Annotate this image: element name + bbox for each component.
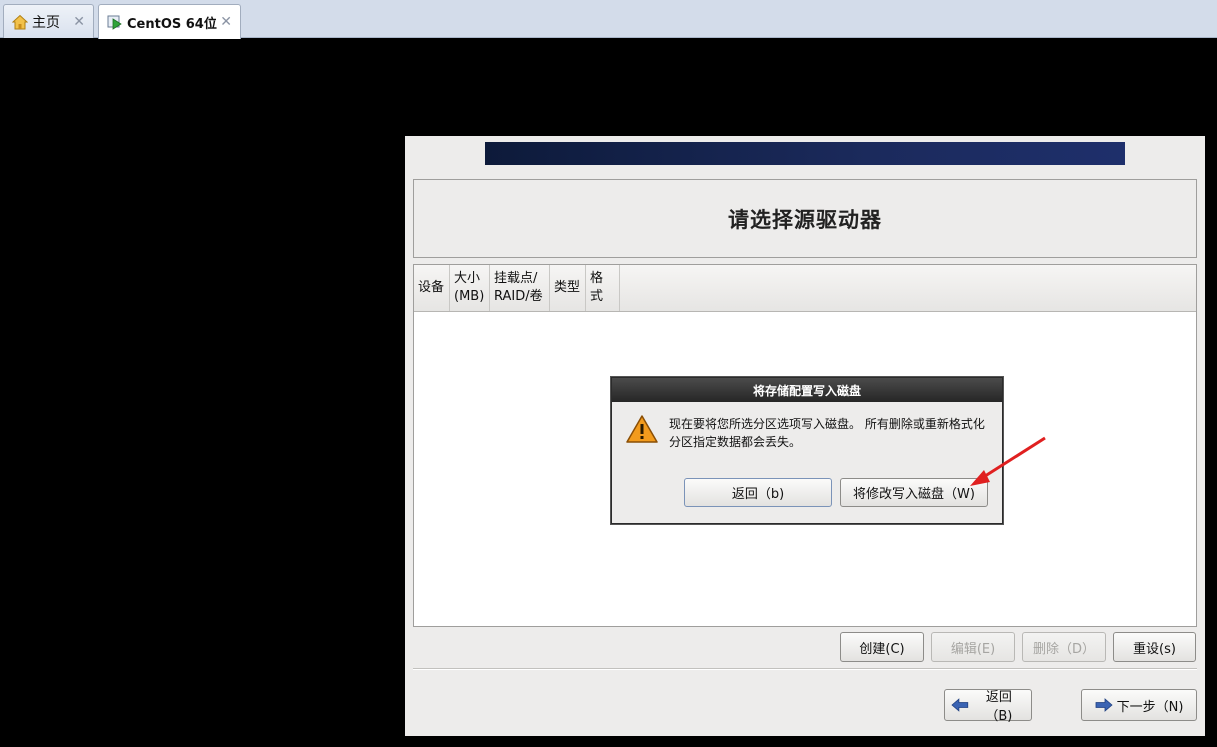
tab-bar: 主页 ✕ CentOS 64位 ✕	[0, 0, 1217, 39]
annotation-arrow	[970, 436, 1046, 486]
close-icon[interactable]: ✕	[220, 14, 232, 30]
column-size[interactable]: 大小 (MB)	[450, 265, 490, 311]
dialog-title: 将存储配置写入磁盘	[752, 383, 861, 398]
column-format[interactable]: 格式	[586, 265, 620, 311]
tab-home[interactable]: 主页 ✕	[3, 4, 94, 38]
home-icon	[12, 14, 28, 29]
reset-button[interactable]: 重设(s)	[1113, 632, 1196, 662]
column-type[interactable]: 类型	[550, 265, 586, 311]
dialog-titlebar: 将存储配置写入磁盘	[612, 378, 1002, 402]
arrow-right-icon	[1095, 698, 1113, 712]
delete-button[interactable]: 删除（D）	[1022, 632, 1106, 662]
column-device[interactable]: 设备	[414, 265, 450, 311]
create-button[interactable]: 创建(C)	[840, 632, 924, 662]
dialog-back-button[interactable]: 返回（b)	[684, 478, 832, 507]
title-panel: 请选择源驱动器	[413, 179, 1197, 258]
warning-icon	[626, 415, 658, 443]
tab-vm-label: CentOS 64位	[127, 16, 217, 32]
back-button-label: 返回（B)	[985, 690, 1013, 724]
tab-home-label: 主页	[32, 14, 60, 31]
page-title: 请选择源驱动器	[728, 207, 882, 232]
table-header: 设备 大小 (MB) 挂载点/ RAID/卷 类型 格式	[414, 265, 1196, 312]
edit-button[interactable]: 编辑(E)	[931, 632, 1015, 662]
separator	[413, 668, 1197, 670]
arrow-left-icon	[951, 698, 969, 712]
close-icon[interactable]: ✕	[73, 14, 85, 30]
back-button[interactable]: 返回（B)	[944, 689, 1032, 724]
action-row: 创建(C) 编辑(E) 删除（D） 重设(s)	[405, 632, 1205, 664]
next-button[interactable]: 下一步（N)	[1081, 689, 1197, 721]
write-to-disk-dialog: 将存储配置写入磁盘 现在要将您所选分区选项写入磁盘。 所有删除或重新格式化分区指…	[611, 377, 1003, 524]
dialog-message: 现在要将您所选分区选项写入磁盘。 所有删除或重新格式化分区指定数据都会丢失。	[669, 417, 985, 449]
vm-play-icon	[107, 15, 122, 30]
next-button-label: 下一步（N)	[1116, 699, 1184, 715]
installer-banner	[485, 142, 1125, 165]
column-mountpoint[interactable]: 挂载点/ RAID/卷	[490, 265, 550, 311]
tab-centos-vm[interactable]: CentOS 64位 ✕	[98, 4, 241, 39]
